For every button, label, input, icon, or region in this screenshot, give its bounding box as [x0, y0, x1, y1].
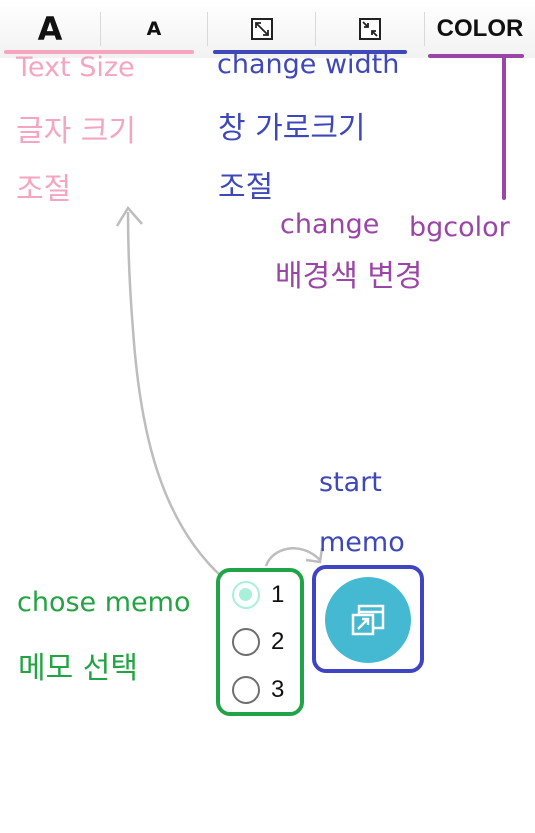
radio-checked-icon — [232, 581, 260, 609]
choose-memo-caption: chose memo — [17, 587, 191, 618]
memo-radio-label: 3 — [271, 676, 285, 703]
open-window-icon — [351, 604, 385, 636]
memo-radio-label: 1 — [271, 581, 285, 608]
memo-radio-label: 2 — [271, 628, 285, 655]
radio-to-start-arrow — [264, 547, 321, 567]
radio-unchecked-icon — [232, 628, 260, 656]
memo-radio-1[interactable]: 1 — [232, 580, 284, 610]
memo-radio-2[interactable]: 2 — [232, 627, 284, 657]
start-memo-button[interactable] — [325, 577, 411, 663]
memo-to-textsize-arrowhead — [115, 205, 143, 227]
start-memo-caption-2: memo — [319, 527, 405, 558]
start-memo-caption: start — [319, 467, 382, 498]
memo-to-textsize-arrow — [126, 211, 223, 578]
choose-memo-caption-ko: 메모 선택 — [18, 651, 138, 686]
memo-radio-3[interactable]: 3 — [232, 675, 284, 705]
radio-unchecked-icon — [232, 676, 260, 704]
